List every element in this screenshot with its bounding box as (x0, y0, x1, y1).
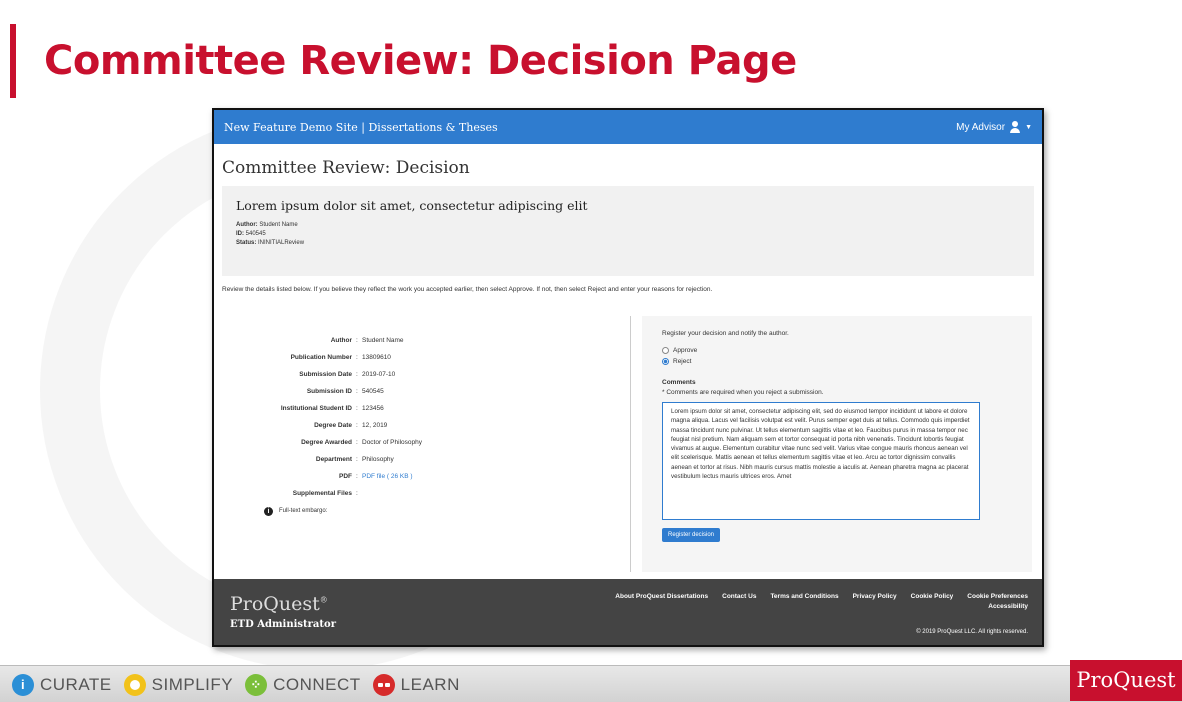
detail-value: 13809610 (362, 354, 391, 361)
detail-value: 540545 (362, 388, 384, 395)
detail-value: Student Name (362, 337, 404, 344)
footer-copyright: © 2019 ProQuest LLC. All rights reserved… (916, 629, 1028, 635)
pillar-curate: i CURATE (12, 674, 112, 696)
footer-product-name: ETD Administrator (230, 619, 336, 630)
submission-id: ID: 540545 (236, 230, 1020, 239)
detail-value: Doctor of Philosophy (362, 439, 422, 446)
circle-icon (123, 674, 146, 696)
fulltext-embargo-row: i Full-text embargo: (222, 502, 622, 520)
pillar-label: SIMPLIFY (151, 675, 234, 694)
footer-brand-name: ProQuest (230, 593, 320, 615)
detail-row: Publication Number: 13809610 (222, 349, 622, 366)
pillar-simplify: SIMPLIFY (123, 674, 234, 696)
instructions-text: Review the details listed below. If you … (222, 286, 713, 293)
detail-label: Author (330, 337, 352, 344)
detail-label: Department (315, 456, 352, 463)
column-divider (630, 316, 631, 572)
comments-required-note: * Comments are required when you reject … (662, 389, 824, 396)
pillar-label: CONNECT (273, 675, 361, 694)
detail-value: 12, 2019 (362, 422, 388, 429)
detail-row: Submission Date: 2019-07-10 (222, 366, 622, 383)
detail-label: Supplemental Files (292, 490, 352, 497)
detail-row: Degree Awarded: Doctor of Philosophy (222, 434, 622, 451)
submission-status: Status: ININITIALReview (236, 239, 1020, 248)
review-content: Author: Student Name Publication Number:… (222, 316, 1032, 572)
user-icon (1009, 121, 1021, 133)
app-window: New Feature Demo Site | Dissertations & … (212, 108, 1044, 647)
info-icon: i (12, 674, 34, 696)
proquest-logo-tag: ProQuest (1070, 660, 1182, 701)
slide-accent-bar (10, 24, 16, 98)
user-menu-label: My Advisor (956, 121, 1006, 133)
detail-label: PDF (339, 473, 352, 480)
submission-title: Lorem ipsum dolor sit amet, consectetur … (236, 198, 588, 213)
id-value: 540545 (245, 231, 266, 237)
pillar-connect: ⁘ CONNECT (245, 674, 361, 696)
detail-row: Institutional Student ID: 123456 (222, 400, 622, 417)
footer-link-about[interactable]: About ProQuest Dissertations (615, 593, 708, 600)
footer-link-terms[interactable]: Terms and Conditions (770, 593, 838, 600)
radio-approve[interactable]: Approve (662, 345, 1018, 356)
registered-mark: ® (319, 595, 328, 605)
app-footer: ProQuest® ETD Administrator About ProQue… (214, 579, 1042, 645)
site-title-link[interactable]: New Feature Demo Site | Dissertations & … (224, 121, 498, 134)
detail-value: Philosophy (362, 456, 394, 463)
glasses-icon (372, 674, 395, 696)
radio-reject[interactable]: Reject (662, 356, 1018, 367)
footer-link-cookie-policy[interactable]: Cookie Policy (911, 593, 954, 600)
pillar-label: CURATE (40, 675, 112, 694)
footer-link-contact[interactable]: Contact Us (722, 593, 756, 600)
info-icon[interactable]: i (264, 506, 273, 516)
detail-row: Author: Student Name (222, 332, 622, 349)
page-heading: Committee Review: Decision (222, 158, 470, 178)
fulltext-embargo-label: Full-text embargo (279, 508, 326, 514)
register-decision-button[interactable]: Register decision (662, 528, 721, 542)
footer-link-privacy[interactable]: Privacy Policy (853, 593, 897, 600)
decision-prompt: Register your decision and notify the au… (662, 330, 789, 337)
radio-reject-label: Reject (673, 358, 692, 365)
detail-label: Submission ID (306, 388, 352, 395)
detail-row: Degree Date: 12, 2019 (222, 417, 622, 434)
decision-panel: Register your decision and notify the au… (642, 316, 1032, 572)
status-value: ININITIALReview (258, 240, 305, 246)
people-icon: ⁘ (245, 674, 268, 696)
footer-links: About ProQuest Dissertations Contact Us … (615, 593, 1028, 600)
author-label: Author: (236, 222, 258, 228)
status-label: Status: (236, 240, 257, 246)
detail-value: 123456 (362, 405, 384, 412)
detail-label: Degree Date (314, 422, 352, 429)
footer-brand: ProQuest® (230, 593, 328, 615)
pillar-label: LEARN (400, 675, 460, 694)
detail-row: Department: Philosophy (222, 451, 622, 468)
detail-label: Degree Awarded (301, 439, 352, 446)
user-menu[interactable]: My Advisor ▼ (956, 121, 1032, 133)
slide-bottom-bar: i CURATE SIMPLIFY ⁘ CONNECT LEARN (0, 665, 1182, 702)
radio-approve-label: Approve (673, 347, 698, 354)
id-label: ID: (236, 231, 244, 237)
slide-title: Committee Review: Decision Page (44, 38, 797, 84)
submission-author: Author: Student Name (236, 221, 1020, 230)
detail-label: Institutional Student ID (280, 405, 352, 412)
caret-down-icon: ▼ (1025, 123, 1032, 131)
footer-link-cookie-preferences[interactable]: Cookie Preferences (967, 593, 1028, 600)
detail-label: Publication Number (290, 354, 352, 361)
pillar-list: i CURATE SIMPLIFY ⁘ CONNECT LEARN (12, 674, 460, 696)
top-nav-bar: New Feature Demo Site | Dissertations & … (214, 110, 1042, 144)
footer-link-accessibility[interactable]: Accessibility (988, 603, 1028, 610)
author-value: Student Name (259, 222, 298, 228)
detail-row: Supplemental Files: (222, 485, 622, 502)
radio-reject-control[interactable] (662, 358, 669, 365)
detail-row: Submission ID: 540545 (222, 383, 622, 400)
submission-details: Author: Student Name Publication Number:… (222, 316, 622, 572)
submission-summary: Lorem ipsum dolor sit amet, consectetur … (222, 186, 1034, 276)
pillar-learn: LEARN (372, 674, 460, 696)
comments-label: Comments (662, 379, 696, 386)
pdf-file-link[interactable]: PDF file ( 26 KB ) (362, 473, 622, 480)
detail-value: 2019-07-10 (362, 371, 396, 378)
detail-label: Submission Date (299, 371, 352, 378)
comments-textarea[interactable]: Lorem ipsum dolor sit amet, consectetur … (662, 402, 980, 520)
radio-approve-control[interactable] (662, 347, 669, 354)
detail-row: PDF: PDF file ( 26 KB ) (222, 468, 622, 485)
